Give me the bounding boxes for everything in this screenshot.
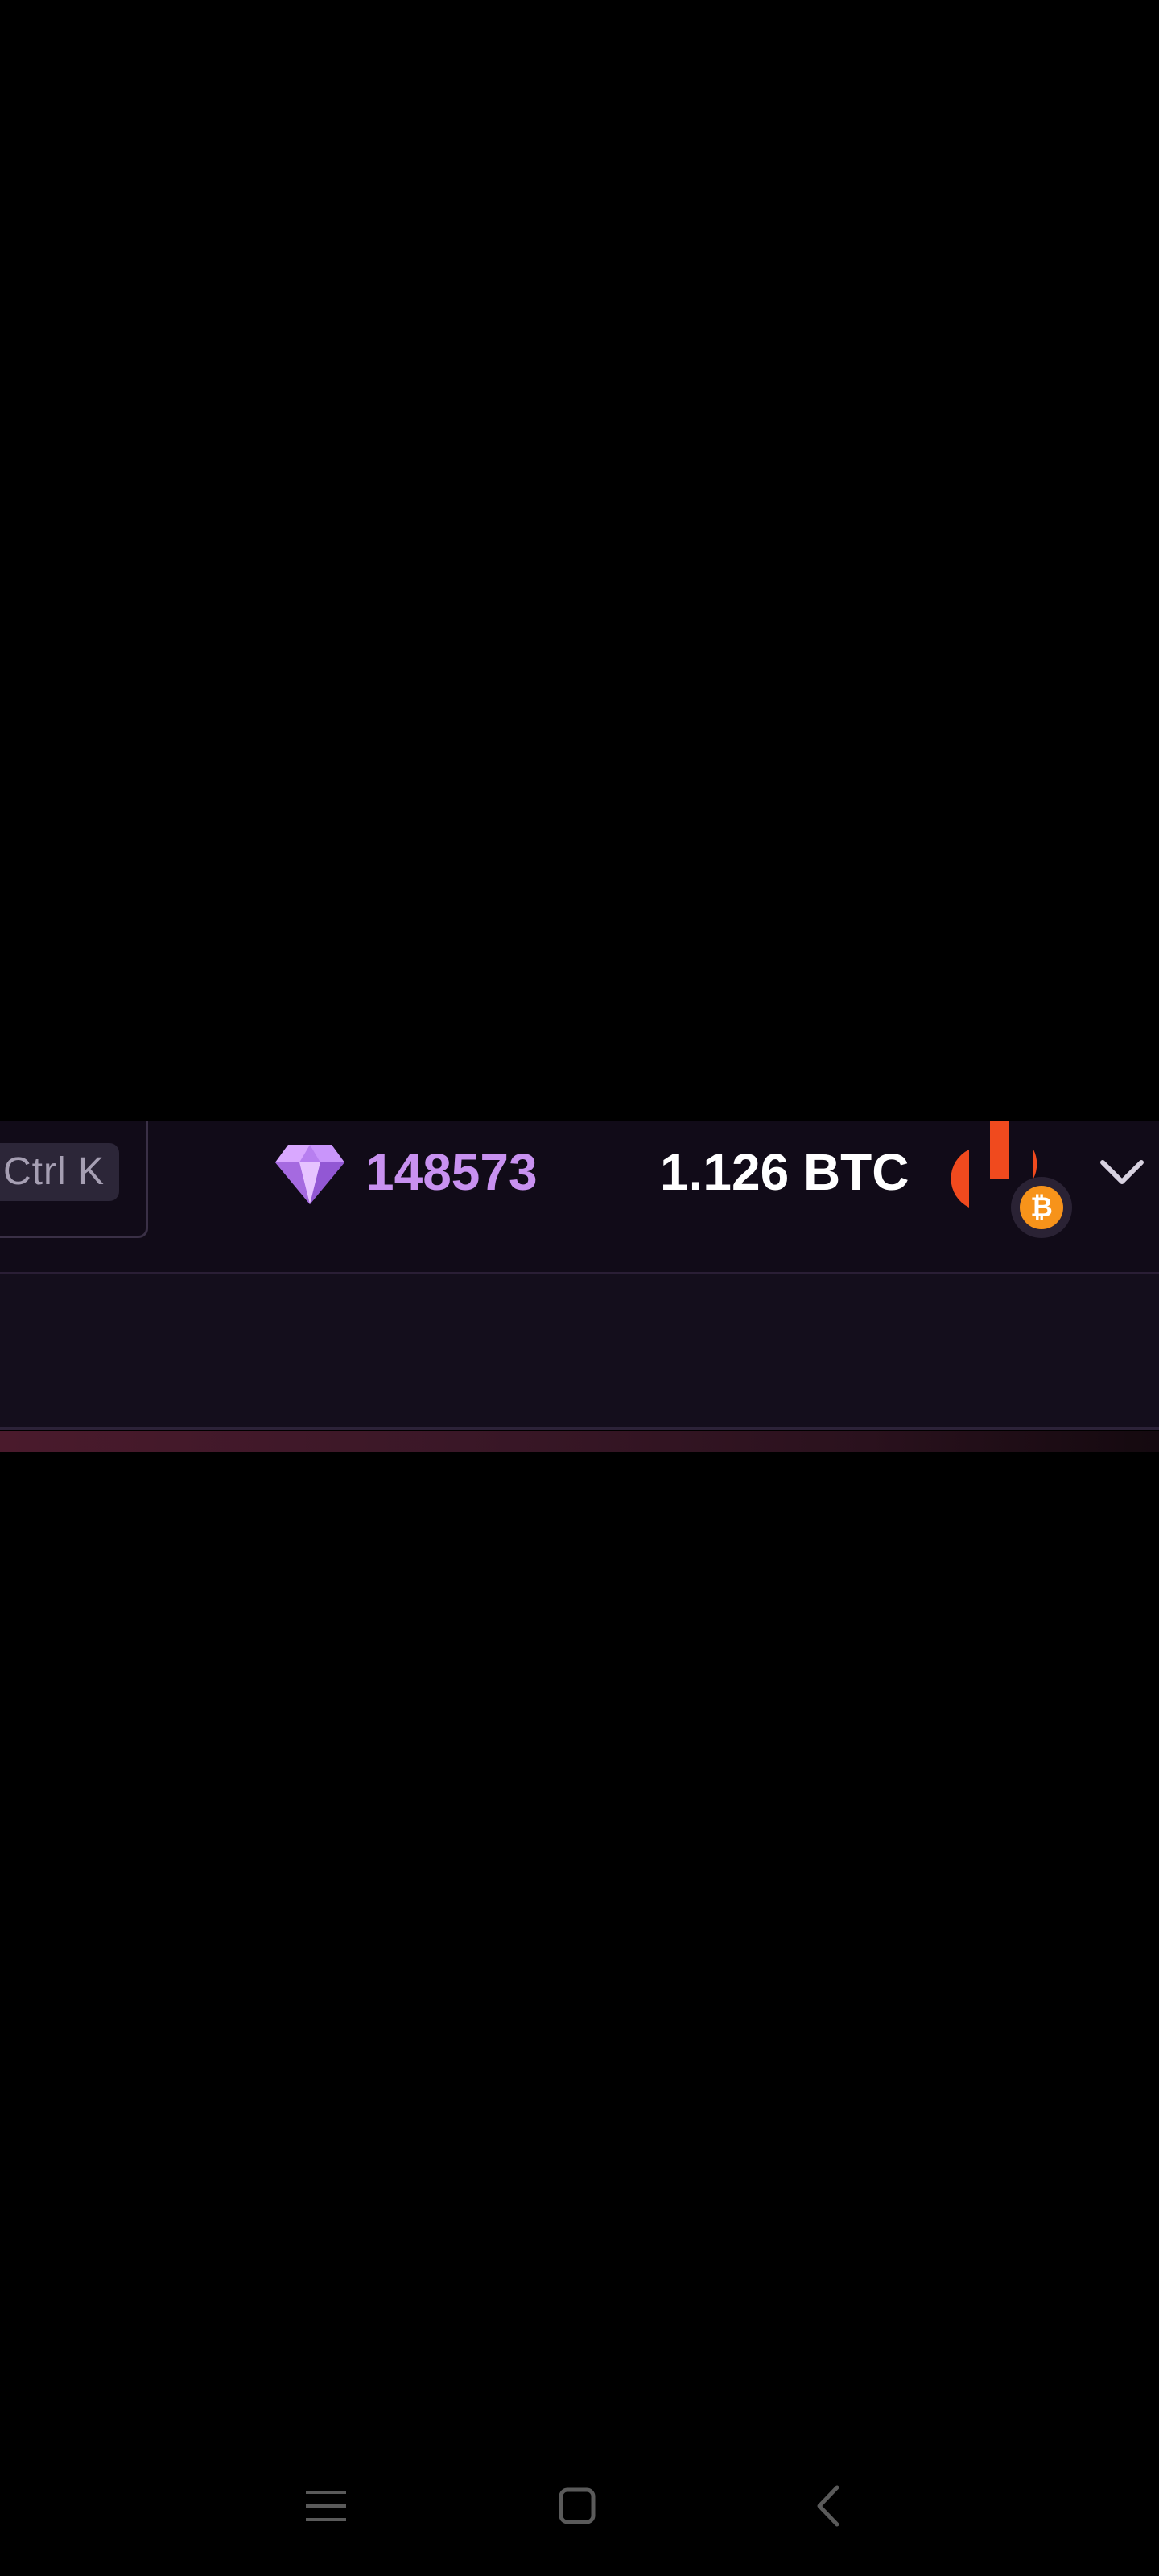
wallet-balance[interactable]: 1.126 BTC [660,1138,909,1206]
back-icon[interactable] [811,2483,845,2529]
diamond-icon [275,1145,344,1204]
search-shortcut-hint: Ctrl K [0,1143,119,1201]
gem-balance[interactable]: 148573 [365,1138,538,1206]
bitcoin-icon: ₿ [1011,1177,1072,1238]
home-icon[interactable] [557,2486,597,2526]
recent-apps-icon[interactable] [303,2486,349,2526]
subheader-bar [0,1274,1159,1429]
chevron-down-icon[interactable] [1096,1151,1148,1191]
bitcoin-symbol: ₿ [1020,1186,1063,1229]
subheader-divider [0,1427,1159,1430]
accent-strip [0,1431,1159,1452]
